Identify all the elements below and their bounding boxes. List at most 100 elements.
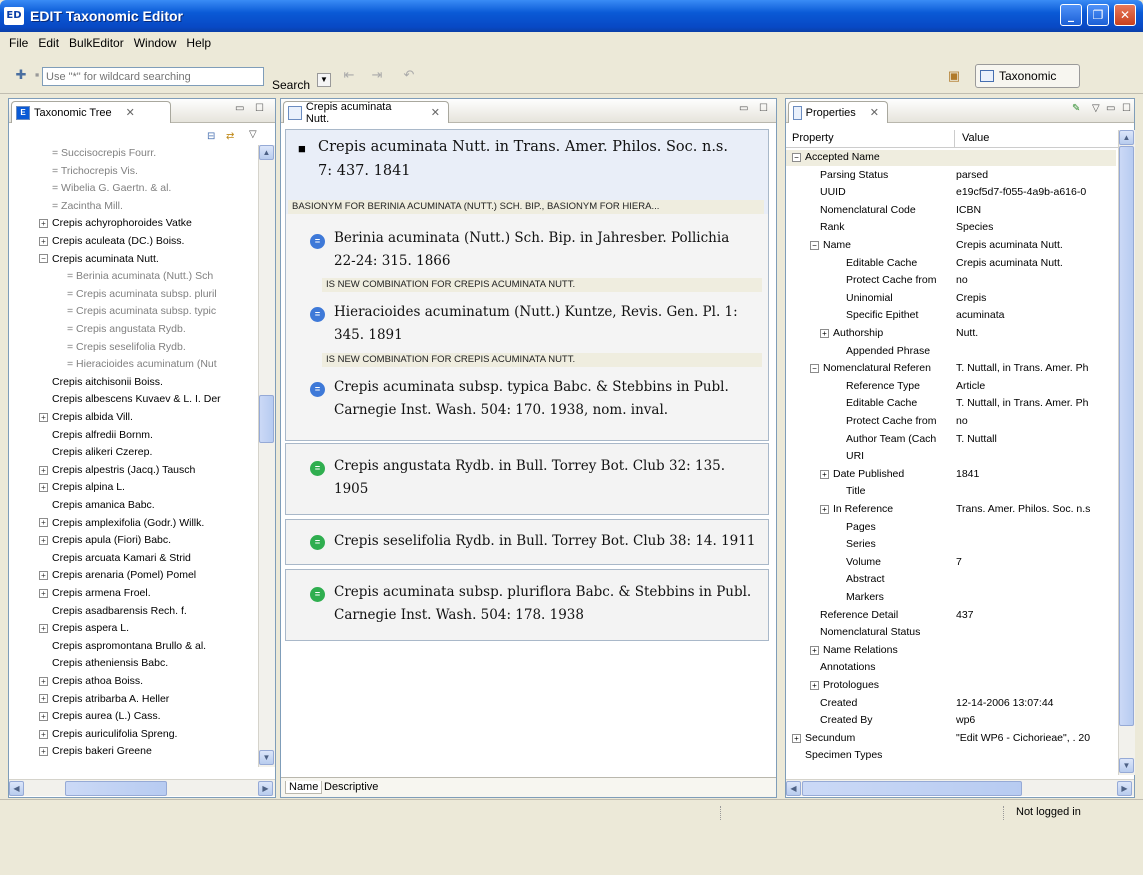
- hscroll-thumb[interactable]: [65, 781, 167, 796]
- minimize-panel-icon[interactable]: ▭: [235, 103, 244, 114]
- property-value[interactable]: Species: [956, 220, 1116, 236]
- tree-synonym-item[interactable]: = Zacintha Mill.: [52, 198, 123, 215]
- property-row[interactable]: Author Team (Cach T. Nuttall: [786, 432, 1116, 448]
- synonym-pluriflora-line2[interactable]: Carnegie Inst. Wash. 504: 178. 1938: [334, 603, 584, 627]
- link-with-editor-icon[interactable]: ⇄: [226, 131, 234, 142]
- menu-window[interactable]: Window: [129, 36, 182, 50]
- property-row[interactable]: Nomenclatural Status: [786, 625, 1116, 641]
- minimize-panel-icon[interactable]: ▭: [739, 103, 748, 114]
- property-row[interactable]: + In Reference Trans. Amer. Philos. Soc. n…: [786, 502, 1116, 518]
- tree-synonym-item[interactable]: = Wibelia G. Gaertn. & al.: [52, 180, 171, 197]
- synonym-typica-line2[interactable]: Carnegie Inst. Wash. 504: 170. 1938, nom…: [334, 398, 668, 422]
- expand-icon[interactable]: +: [39, 412, 48, 422]
- expand-icon[interactable]: +: [820, 504, 829, 514]
- property-row[interactable]: UUID e19cf5d7-f055-4a9b-a616-0: [786, 185, 1116, 201]
- property-row[interactable]: Created By wp6: [786, 713, 1116, 729]
- tab-close-icon[interactable]: ✕: [870, 106, 879, 119]
- property-value[interactable]: parsed: [956, 168, 1116, 184]
- property-row[interactable]: Specimen Types: [786, 748, 1116, 764]
- tree-synonym-item[interactable]: = Trichocrepis Vis.: [52, 163, 138, 180]
- minimize-button[interactable]: _: [1060, 4, 1082, 26]
- property-value[interactable]: Trans. Amer. Philos. Soc. n.s: [956, 502, 1116, 518]
- property-row[interactable]: Reference Detail 437: [786, 608, 1116, 624]
- scroll-left-icon[interactable]: ◀: [786, 781, 801, 796]
- scroll-right-icon[interactable]: ▶: [258, 781, 273, 796]
- tab-name[interactable]: Name: [285, 781, 323, 794]
- expand-icon[interactable]: +: [39, 747, 48, 757]
- synonym-seselifolia[interactable]: Crepis seselifolia Rydb. in Bull. Torrey…: [334, 529, 755, 553]
- synonym-angustata-line1[interactable]: Crepis angustata Rydb. in Bull. Torrey B…: [334, 454, 725, 478]
- property-row[interactable]: − Accepted Name: [786, 150, 1116, 166]
- property-row[interactable]: Parsing Status parsed: [786, 168, 1116, 184]
- property-row[interactable]: Title: [786, 484, 1116, 500]
- undo-icon[interactable]: ↶: [400, 66, 418, 84]
- hscroll-thumb[interactable]: [802, 781, 1022, 796]
- expand-icon[interactable]: +: [820, 469, 829, 479]
- expand-icon[interactable]: +: [39, 219, 48, 229]
- pin-icon[interactable]: ✎: [1072, 103, 1080, 114]
- synonym-pluriflora-line1[interactable]: Crepis acuminata subsp. pluriflora Babc.…: [334, 580, 751, 604]
- property-row[interactable]: Reference Type Article: [786, 379, 1116, 395]
- tree-synonym-item[interactable]: = Succisocrepis Fourr.: [52, 145, 156, 162]
- menu-edit[interactable]: Edit: [33, 36, 64, 50]
- synonym-angustata-line2[interactable]: 1905: [334, 477, 368, 501]
- open-perspective-icon[interactable]: ▣: [945, 67, 963, 85]
- scroll-left-icon[interactable]: ◀: [9, 781, 24, 796]
- tree-taxon-item[interactable]: − Crepis acuminata Nutt.: [39, 250, 159, 268]
- expand-icon[interactable]: +: [39, 694, 48, 704]
- tool-forward-icon[interactable]: ⇥: [368, 66, 386, 84]
- property-value[interactable]: 437: [956, 608, 1116, 624]
- tree-synonym-item[interactable]: = Berinia acuminata (Nutt.) Sch: [67, 268, 213, 285]
- expand-icon[interactable]: +: [39, 711, 48, 721]
- tree-taxon-item[interactable]: + Crepis bakeri Greene: [39, 743, 152, 760]
- property-row[interactable]: + Authorship Nutt.: [786, 326, 1116, 342]
- expand-icon[interactable]: +: [39, 588, 48, 598]
- tree-synonym-item[interactable]: = Crepis angustata Rydb.: [67, 321, 186, 338]
- column-value[interactable]: Value: [962, 132, 989, 144]
- property-value[interactable]: "Edit WP6 - Cichorieae", . 20: [956, 731, 1116, 747]
- tree-taxon-item[interactable]: Crepis alfredii Bornm.: [52, 427, 153, 444]
- tree-taxon-item[interactable]: + Crepis alpina L.: [39, 479, 125, 496]
- tree-taxon-item[interactable]: Crepis amanica Babc.: [52, 497, 155, 514]
- synonym-berinia-line2[interactable]: 22-24: 315. 1866: [334, 249, 450, 273]
- property-value[interactable]: T. Nuttall, in Trans. Amer. Ph: [956, 361, 1116, 377]
- property-row[interactable]: Volume 7: [786, 555, 1116, 571]
- tree-taxon-item[interactable]: + Crepis aurea (L.) Cass.: [39, 708, 161, 725]
- tree-taxon-item[interactable]: + Crepis achyrophoroides Vatke: [39, 215, 192, 232]
- scroll-up-icon[interactable]: ▲: [259, 145, 274, 160]
- property-row[interactable]: + Name Relations: [786, 643, 1116, 659]
- scroll-up-icon[interactable]: ▲: [1119, 130, 1134, 145]
- accepted-name-line1[interactable]: Crepis acuminata Nutt. in Trans. Amer. P…: [318, 135, 728, 159]
- tool-back-icon[interactable]: ⇤: [340, 66, 358, 84]
- tab-taxonomic-tree[interactable]: E Taxonomic Tree ✕: [11, 101, 171, 123]
- property-row[interactable]: Protect Cache from no: [786, 273, 1116, 289]
- expand-icon[interactable]: +: [39, 535, 48, 545]
- property-value[interactable]: Crepis acuminata Nutt.: [956, 256, 1116, 272]
- expand-icon[interactable]: +: [39, 236, 48, 246]
- expand-icon[interactable]: +: [39, 483, 48, 493]
- collapse-icon[interactable]: −: [810, 240, 819, 250]
- close-button[interactable]: ✕: [1114, 4, 1136, 26]
- menu-bulkeditor[interactable]: BulkEditor: [64, 36, 129, 50]
- property-value[interactable]: Nutt.: [956, 326, 1116, 342]
- tree-taxon-item[interactable]: Crepis aitchisonii Boiss.: [52, 374, 163, 391]
- property-value[interactable]: Crepis: [956, 291, 1116, 307]
- property-row[interactable]: Editable Cache T. Nuttall, in Trans. Amer…: [786, 396, 1116, 412]
- tab-crepis-acuminata[interactable]: Crepis acuminata Nutt. ✕: [283, 101, 449, 125]
- property-row[interactable]: Nomenclatural Code ICBN: [786, 203, 1116, 219]
- tree-taxon-item[interactable]: + Crepis athoa Boiss.: [39, 673, 143, 690]
- tree-synonym-item[interactable]: = Hieracioides acuminatum (Nut: [67, 356, 217, 373]
- collapse-icon[interactable]: −: [810, 363, 819, 373]
- synonym-berinia-line1[interactable]: Berinia acuminata (Nutt.) Sch. Bip. in J…: [334, 226, 729, 250]
- view-menu-icon[interactable]: ▽: [249, 129, 257, 140]
- scroll-down-icon[interactable]: ▼: [259, 750, 274, 765]
- tree-taxon-item[interactable]: + Crepis atribarba A. Heller: [39, 691, 169, 708]
- property-value[interactable]: wp6: [956, 713, 1116, 729]
- tree-taxon-item[interactable]: + Crepis auriculifolia Spreng.: [39, 726, 177, 743]
- property-row[interactable]: Markers: [786, 590, 1116, 606]
- expand-icon[interactable]: +: [792, 733, 801, 743]
- property-value[interactable]: 7: [956, 555, 1116, 571]
- property-value[interactable]: T. Nuttall: [956, 432, 1116, 448]
- title-bar[interactable]: ED EDIT Taxonomic Editor _ ❐ ✕: [0, 0, 1143, 32]
- property-value[interactable]: no: [956, 273, 1116, 289]
